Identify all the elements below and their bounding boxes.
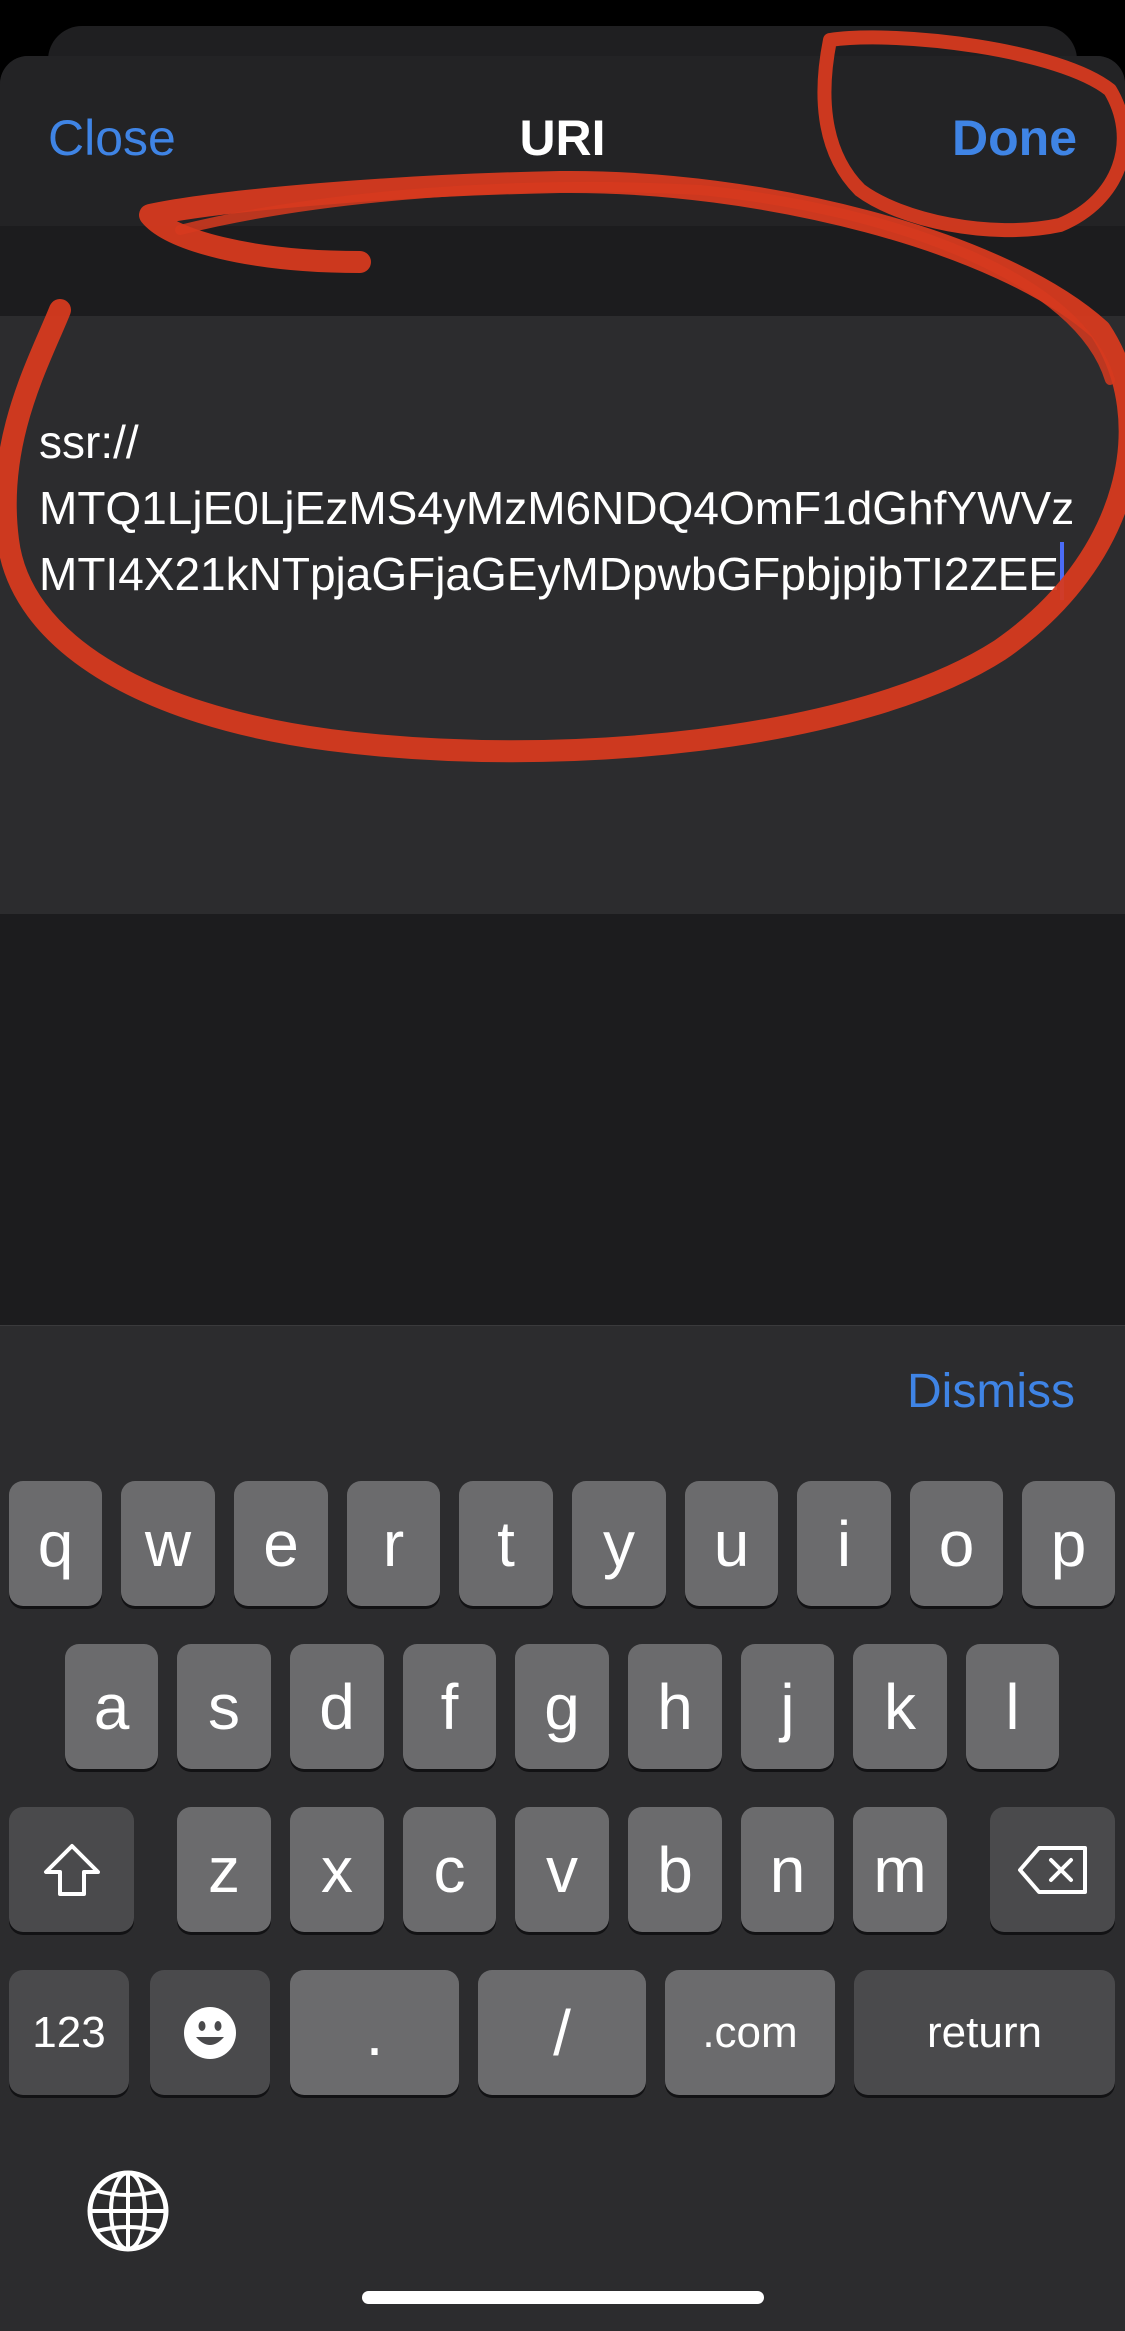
shift-key[interactable] (9, 1807, 134, 1932)
period-key[interactable]: . (290, 1970, 459, 2095)
backspace-icon (1017, 1845, 1087, 1894)
key-g[interactable]: g (515, 1644, 609, 1769)
delete-key[interactable] (990, 1807, 1115, 1932)
key-y[interactable]: y (572, 1481, 666, 1606)
key-t[interactable]: t (459, 1481, 553, 1606)
uri-editor-sheet: Close URI Done ssr:// MTQ1LjE0LjEzMS4yMz… (0, 56, 1125, 1326)
key-v[interactable]: v (515, 1807, 609, 1932)
key-o[interactable]: o (910, 1481, 1003, 1606)
navigation-bar: Close URI Done (0, 56, 1125, 227)
numbers-key[interactable]: 123 (9, 1970, 129, 2095)
key-p[interactable]: p (1022, 1481, 1115, 1606)
key-r[interactable]: r (347, 1481, 440, 1606)
shift-arrow-icon (43, 1843, 100, 1896)
key-w[interactable]: w (121, 1481, 215, 1606)
text-cursor (1059, 542, 1064, 600)
key-c[interactable]: c (403, 1807, 496, 1932)
key-q[interactable]: q (9, 1481, 102, 1606)
key-m[interactable]: m (853, 1807, 947, 1932)
globe-icon[interactable] (86, 2169, 170, 2253)
key-l[interactable]: l (966, 1644, 1059, 1769)
key-s[interactable]: s (177, 1644, 271, 1769)
return-key[interactable]: return (854, 1970, 1115, 2095)
key-x[interactable]: x (290, 1807, 384, 1932)
emoji-key[interactable] (150, 1970, 270, 2095)
done-button[interactable]: Done (952, 109, 1077, 167)
keyboard: q w e r t y u i o p a s d f g h j k l z … (0, 1457, 1125, 2331)
dismiss-button[interactable]: Dismiss (907, 1364, 1075, 1419)
key-e[interactable]: e (234, 1481, 328, 1606)
key-a[interactable]: a (65, 1644, 158, 1769)
uri-value: ssr:// MTQ1LjE0LjEzMS4yMzM6NDQ4OmF1dGhfY… (39, 416, 1075, 600)
home-indicator (362, 2291, 764, 2304)
uri-text-content[interactable]: ssr:// MTQ1LjE0LjEzMS4yMzM6NDQ4OmF1dGhfY… (39, 409, 1089, 607)
uri-text-area[interactable]: ssr:// MTQ1LjE0LjEzMS4yMzM6NDQ4OmF1dGhfY… (0, 316, 1125, 914)
dotcom-key[interactable]: .com (665, 1970, 835, 2095)
key-u[interactable]: u (685, 1481, 778, 1606)
key-i[interactable]: i (797, 1481, 891, 1606)
section-spacer (0, 226, 1125, 316)
key-z[interactable]: z (177, 1807, 271, 1932)
key-n[interactable]: n (741, 1807, 834, 1932)
keyboard-accessory-bar: Dismiss (0, 1325, 1125, 1458)
key-b[interactable]: b (628, 1807, 722, 1932)
key-f[interactable]: f (403, 1644, 496, 1769)
key-j[interactable]: j (741, 1644, 834, 1769)
slash-key[interactable]: / (478, 1970, 646, 2095)
key-d[interactable]: d (290, 1644, 384, 1769)
key-h[interactable]: h (628, 1644, 722, 1769)
key-k[interactable]: k (853, 1644, 947, 1769)
smiley-face-icon (184, 2006, 236, 2059)
